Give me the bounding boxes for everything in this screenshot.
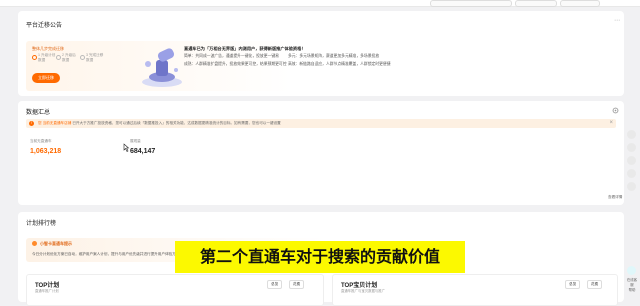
notice-text: 您 当前无直通车店铺 已开大于方推广投放资格，您可以通过后续「数据推投入」的相关… — [38, 121, 281, 125]
metric-value: 1,063,218 — [30, 148, 62, 155]
metric-value: 684,147 — [130, 148, 156, 155]
customer-service-icon[interactable] — [627, 266, 636, 275]
scope-select[interactable]: 总览 — [267, 280, 283, 289]
metric-label: 当前无直通车 — [30, 139, 52, 143]
cannon-illustration-icon — [142, 48, 182, 87]
announcement-title: 平台迁移公告 — [26, 23, 63, 29]
top-item-panel: TOP宝贝计划 直通车推广与宝贝数据与推广 总览 花费 — [332, 274, 618, 306]
data-summary-title: 数据汇总 — [26, 110, 51, 116]
scope-select[interactable]: 总览 — [565, 280, 581, 289]
data-summary-card: 数据汇总 ! 您 当前无直通车店铺 已开大于方推广投放资格，您可以通过后续「数据… — [18, 101, 624, 205]
tip-title: 小智卡直通车提示 — [40, 241, 72, 246]
step-radio-icon — [80, 55, 85, 60]
header-search[interactable] — [430, 0, 512, 7]
side-tool-icon[interactable] — [627, 130, 636, 139]
customer-service-label[interactable]: 在线客服 — [626, 277, 638, 287]
step-2: 2 升级后 数据 — [62, 53, 76, 62]
video-subtitle: 第二个直通车对于搜索的贡献价值 — [175, 241, 465, 273]
step-radio-icon — [56, 55, 61, 60]
warning-icon: ! — [29, 121, 34, 126]
metric-select[interactable]: 花费 — [587, 280, 603, 289]
announcement-line-3a: 多元：多元场景矩阵，赛道更加多元精准，多场景投放 — [288, 54, 380, 58]
gear-icon[interactable] — [612, 107, 619, 114]
step-radio-icon — [32, 55, 37, 60]
steps-title: 整体几步完成迁移 — [32, 46, 64, 51]
header-user[interactable] — [560, 0, 600, 7]
announcement-headline: 直通车已为「万相台无界版」内测用户，获得新版推广体验资格！ — [184, 46, 306, 51]
top-header — [0, 0, 640, 7]
notice-link[interactable]: 当前无直通车店铺 — [43, 121, 72, 125]
header-button[interactable] — [515, 0, 557, 7]
rank-title: 计划排行榜 — [26, 221, 57, 227]
notice-banner: ! 您 当前无直通车店铺 已开大于方推广投放资格，您可以通过后续「数据推投入」的… — [26, 119, 616, 128]
side-tool-icon[interactable] — [627, 143, 636, 152]
step-1: 1 升级计划 数据 — [38, 53, 56, 62]
side-tool-icon[interactable] — [627, 156, 636, 165]
migration-panel: 整体几步完成迁移 1 升级计划 数据 2 升级后 数据 3 完成迁移 数据 立即迁移 … — [26, 41, 616, 91]
tip-text: 今日分计划优化方案已自动，维护用户案人计划，提升与用户优先级并进行提升用户体验方… — [32, 252, 180, 256]
top-item-subtitle: 直通车推广与宝贝数据与推广 — [341, 289, 386, 293]
more-icon[interactable]: ⋯ — [614, 17, 620, 24]
migrate-button[interactable]: 立即迁移 — [32, 73, 60, 83]
announcement-card: 平台迁移公告 ⋯ 整体几步完成迁移 1 升级计划 数据 2 升级后 数据 3 完成迁… — [18, 11, 624, 96]
step-3: 3 完成迁移 数据 — [86, 53, 104, 62]
announcement-line-3b: 高效：新链路自适应，人群节点精准覆盖，人群锁定时更便捷 — [288, 62, 391, 66]
side-tool-icon[interactable] — [627, 169, 636, 178]
announcement-line-2: 成熟：人群精准扩盘提升，投放效果更可控，结果预期更可控 — [184, 62, 287, 66]
side-tool-icon[interactable] — [627, 182, 636, 191]
top-plan-panel: TOP计划 直通车推广计划 总览 花费 — [26, 274, 324, 306]
bulb-icon — [32, 241, 37, 246]
metric-label: 展现量 — [130, 139, 141, 143]
top-plan-subtitle: 直通车推广计划 — [35, 289, 59, 293]
announcement-line-1: 简单：共同成一波广告，通道提升一键化，投放更一键易 — [184, 54, 279, 58]
detail-link[interactable]: 查看详情 — [608, 195, 622, 200]
cursor-icon — [123, 143, 130, 152]
metric-select[interactable]: 花费 — [289, 280, 305, 289]
help-label[interactable]: 帮助 — [626, 287, 638, 292]
close-icon[interactable]: × — [609, 120, 613, 126]
